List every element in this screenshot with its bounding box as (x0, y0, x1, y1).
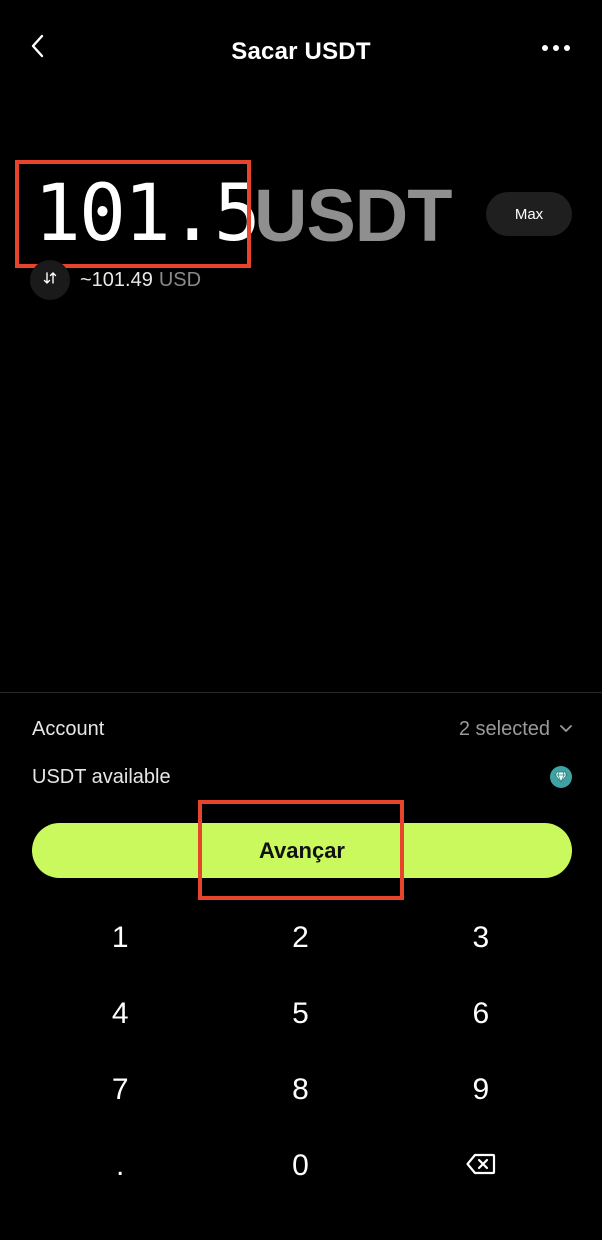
swap-currency-button[interactable] (30, 260, 70, 300)
key-2[interactable]: 2 (210, 900, 390, 976)
key-decimal[interactable]: . (30, 1128, 210, 1204)
converted-value: ~101.49 (80, 268, 153, 291)
account-row[interactable]: Account 2 selected (32, 714, 572, 744)
more-options-button[interactable] (534, 36, 578, 60)
account-selector[interactable]: 2 selected (459, 718, 572, 741)
key-0[interactable]: 0 (210, 1128, 390, 1204)
conversion-row: ~101.49 USD (30, 260, 201, 300)
account-value: 2 selected (458, 717, 550, 740)
header: Sacar USDT (0, 0, 602, 104)
key-7[interactable]: 7 (30, 1052, 210, 1128)
divider (0, 692, 602, 693)
more-dots-icon (541, 39, 571, 57)
chevron-down-icon (560, 725, 572, 733)
key-3[interactable]: 3 (391, 900, 571, 976)
converted-unit: USD (158, 268, 202, 291)
advance-button[interactable]: Avançar (32, 823, 572, 878)
backspace-key[interactable] (391, 1128, 571, 1204)
amount-row: 101.5 USDT Max (0, 160, 602, 270)
key-9[interactable]: 9 (391, 1052, 571, 1128)
key-8[interactable]: 8 (210, 1052, 390, 1128)
account-label: Account (32, 717, 105, 740)
key-6[interactable]: 6 (391, 976, 571, 1052)
numeric-keypad: 1 2 3 4 5 6 7 8 9 . 0 (30, 900, 571, 1206)
page-title: Sacar USDT (231, 38, 371, 65)
swap-arrows-icon (43, 271, 57, 290)
available-row: USDT available (32, 762, 572, 792)
key-1[interactable]: 1 (30, 900, 210, 976)
amount-unit: USDT (254, 174, 452, 257)
diamond-icon[interactable] (550, 766, 572, 788)
available-label: USDT available (32, 765, 171, 788)
key-5[interactable]: 5 (210, 976, 390, 1052)
backspace-icon (466, 1149, 496, 1183)
key-4[interactable]: 4 (30, 976, 210, 1052)
max-button[interactable]: Max (486, 192, 572, 236)
amount-value: 101.5 (34, 169, 261, 259)
